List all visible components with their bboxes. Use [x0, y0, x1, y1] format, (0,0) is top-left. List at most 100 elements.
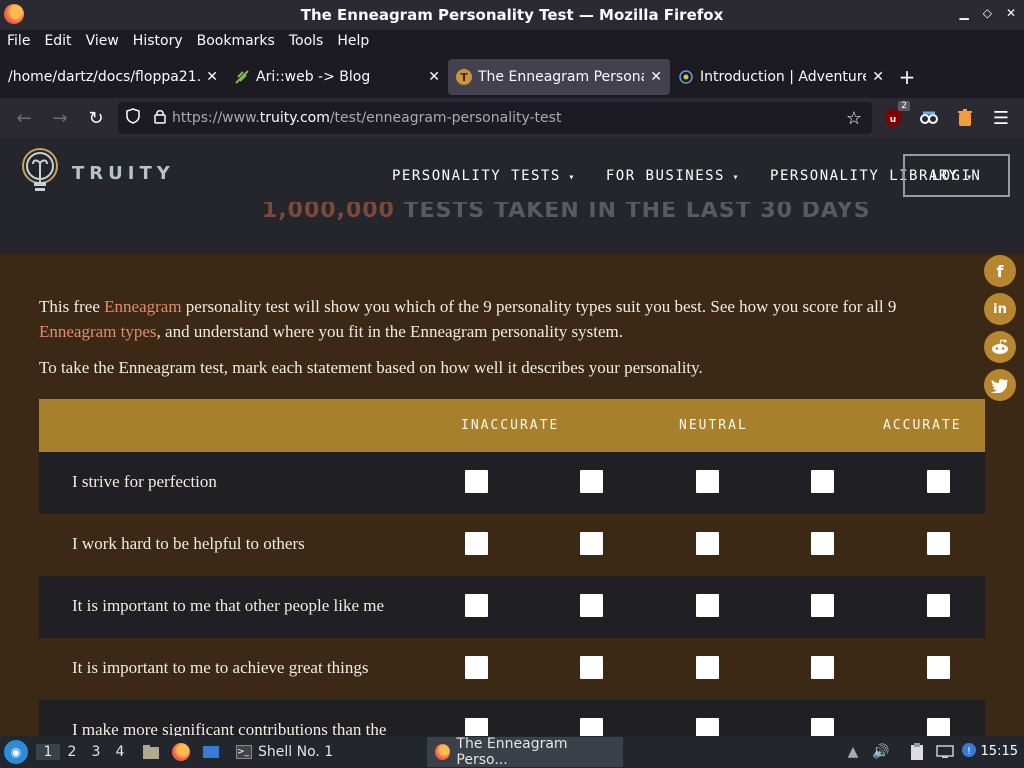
desktop-icon[interactable]	[200, 741, 222, 763]
answer-checkbox-1[interactable]	[465, 656, 488, 679]
menu-edit[interactable]: Edit	[37, 33, 78, 49]
forward-button[interactable]: →	[42, 108, 78, 129]
answer-checkbox-5[interactable]	[927, 718, 950, 736]
intro-text-3: , and understand where you fit in the En…	[156, 322, 623, 341]
url-path: /test/enneagram-personality-test	[329, 110, 562, 126]
workspace-2[interactable]: 2	[60, 744, 84, 760]
answer-checkbox-4[interactable]	[811, 718, 834, 736]
answer-checkbox-5[interactable]	[927, 594, 950, 617]
new-tab-button[interactable]: +	[892, 65, 922, 89]
login-button[interactable]: LOGIN	[903, 154, 1010, 197]
answer-checkbox-3[interactable]	[696, 594, 719, 617]
ublock-origin-icon[interactable]: u 2	[882, 101, 910, 129]
reddit-share-icon[interactable]	[984, 331, 1016, 363]
tests-counter: 1,000,000 TESTS TAKEN IN THE LAST 30 DAY…	[262, 202, 871, 223]
taskbar-firefox[interactable]: The Enneagram Perso...	[427, 736, 624, 768]
answer-checkbox-4[interactable]	[811, 656, 834, 679]
url-domain: truity.com	[259, 110, 330, 126]
answer-checkbox-1[interactable]	[465, 470, 488, 493]
maximize-icon[interactable]: ◇	[983, 6, 992, 20]
tests-counter-number: 1,000,000	[262, 202, 395, 223]
answer-checkbox-4[interactable]	[811, 532, 834, 555]
answer-checkbox-3[interactable]	[696, 470, 719, 493]
terminal-icon: >_	[236, 745, 252, 759]
tab-enneagram-test[interactable]: T The Enneagram Personali ✕	[448, 59, 670, 95]
answer-checkbox-4[interactable]	[811, 594, 834, 617]
url-bar[interactable]: https://www.truity.com/test/enneagram-pe…	[118, 102, 872, 134]
answer-checkbox-2[interactable]	[580, 718, 603, 736]
tray-arrow-icon[interactable]: ▲	[842, 741, 864, 763]
bookmark-star-icon[interactable]: ☆	[836, 108, 872, 129]
answer-checkbox-3[interactable]	[696, 718, 719, 736]
nav-personality-tests[interactable]: PERSONALITY TESTS	[392, 168, 576, 184]
hamburger-menu-icon[interactable]: ☰	[990, 107, 1012, 129]
answer-checkbox-5[interactable]	[927, 532, 950, 555]
answer-checkbox-3[interactable]	[696, 656, 719, 679]
close-icon[interactable]: ✕	[1006, 6, 1016, 20]
network-icon[interactable]	[934, 741, 956, 763]
answer-checkbox-2[interactable]	[580, 656, 603, 679]
window-titlebar: The Enneagram Personality Test — Mozilla…	[0, 0, 1024, 30]
workspace-1[interactable]: 1	[36, 744, 60, 760]
twitter-share-icon[interactable]	[984, 369, 1016, 401]
answer-checkbox-2[interactable]	[580, 532, 603, 555]
menu-file[interactable]: File	[0, 33, 37, 49]
answer-checkbox-5[interactable]	[927, 656, 950, 679]
minimize-icon[interactable]: ▁	[959, 6, 968, 20]
brand-name: TRUITY	[72, 162, 175, 184]
menu-bookmarks[interactable]: Bookmarks	[190, 33, 282, 49]
shield-icon[interactable]	[118, 108, 148, 128]
linkedin-share-icon[interactable]: in	[984, 293, 1016, 325]
volume-icon[interactable]: 🔊	[870, 741, 892, 763]
answer-checkbox-2[interactable]	[580, 594, 603, 617]
tab-introduction-adventure[interactable]: Introduction | Adventure ✕	[670, 59, 892, 95]
nav-for-business[interactable]: FOR BUSINESS	[606, 168, 740, 184]
enneagram-types-link[interactable]: Enneagram types	[39, 322, 157, 341]
answer-checkbox-5[interactable]	[927, 470, 950, 493]
menu-history[interactable]: History	[126, 33, 190, 49]
reload-button[interactable]: ↻	[78, 108, 114, 129]
menu-tools[interactable]: Tools	[282, 33, 331, 49]
menu-help[interactable]: Help	[330, 33, 376, 49]
answer-checkbox-2[interactable]	[580, 470, 603, 493]
lock-icon[interactable]	[148, 108, 172, 128]
answer-checkbox-3[interactable]	[696, 532, 719, 555]
window-title: The Enneagram Personality Test — Mozilla…	[300, 6, 724, 24]
start-menu-icon[interactable]: ◉	[4, 740, 28, 764]
truity-logo[interactable]: TRUITY	[18, 146, 175, 200]
close-icon[interactable]: ✕	[206, 69, 218, 85]
tab-local-file[interactable]: /home/dartz/docs/floppa21.ht ✕	[0, 59, 226, 95]
navigation-bar: ← → ↻ https://www.truity.com/test/enneag…	[0, 98, 1024, 138]
close-icon[interactable]: ✕	[872, 69, 884, 85]
web-page: 1,000,000 TESTS TAKEN IN THE LAST 30 DAY…	[0, 138, 1024, 736]
test-content: This free Enneagram personality test wil…	[0, 254, 1024, 736]
tab-ariweb-blog[interactable]: Ari::web -> Blog ✕	[226, 59, 448, 95]
taskbar-terminal[interactable]: >_ Shell No. 1	[228, 737, 341, 767]
workspace-3[interactable]: 3	[84, 744, 108, 760]
update-notifier-icon[interactable]: !	[958, 739, 980, 761]
scale-inaccurate-label: INACCURATE	[461, 418, 560, 433]
tests-counter-label: TESTS TAKEN IN THE LAST 30 DAYS	[403, 202, 871, 223]
clipboard-icon[interactable]	[906, 741, 928, 763]
tab-label: /home/dartz/docs/floppa21.ht	[8, 69, 201, 85]
svg-text:!: !	[967, 746, 971, 757]
statement-text: I strive for perfection	[72, 472, 217, 491]
close-icon[interactable]: ✕	[650, 69, 662, 85]
answer-checkbox-1[interactable]	[465, 594, 488, 617]
answer-checkbox-4[interactable]	[811, 470, 834, 493]
privacy-glasses-icon[interactable]	[918, 107, 940, 129]
enneagram-link[interactable]: Enneagram	[104, 297, 181, 316]
back-button[interactable]: ←	[6, 108, 42, 129]
answer-checkbox-1[interactable]	[465, 718, 488, 736]
url-text[interactable]: https://www.truity.com/test/enneagram-pe…	[172, 110, 836, 126]
tab-label: Ari::web -> Blog	[256, 69, 371, 85]
answer-checkbox-1[interactable]	[465, 532, 488, 555]
menu-view[interactable]: View	[79, 33, 126, 49]
facebook-share-icon[interactable]: f	[984, 255, 1016, 287]
firefox-launcher-icon[interactable]	[170, 741, 192, 763]
tab-label: The Enneagram Personali	[478, 69, 645, 85]
trash-extension-icon[interactable]	[954, 107, 976, 129]
workspace-4[interactable]: 4	[108, 744, 132, 760]
file-manager-icon[interactable]	[140, 741, 162, 763]
close-icon[interactable]: ✕	[428, 69, 440, 85]
